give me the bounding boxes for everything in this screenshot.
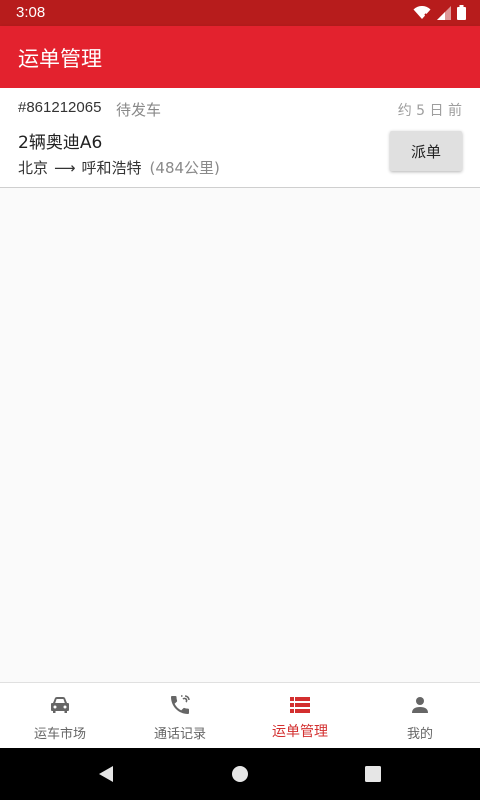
signal-icon (437, 5, 451, 20)
tab-call-log[interactable]: 通话记录 (120, 683, 240, 749)
battery-icon (457, 5, 466, 20)
route-arrow-icon: ⟶ (54, 158, 76, 177)
home-icon[interactable] (230, 764, 250, 784)
tab-waybill-management[interactable]: 运单管理 (240, 683, 360, 749)
person-icon (412, 697, 428, 713)
order-time: 约 5 日 前 (397, 103, 462, 119)
page-title: 运单管理 (18, 47, 102, 71)
order-card[interactable]: #861212065 待发车 约 5 日 前 2辆奥迪A6 北京 ⟶ 呼和浩特 … (0, 88, 480, 188)
bottom-nav: 运车市场 通话记录 运单管理 我的 (0, 682, 480, 748)
tab-car-market[interactable]: 运车市场 (0, 683, 120, 749)
nav-label: 通话记录 (153, 727, 206, 742)
phone-icon (171, 695, 190, 714)
back-icon[interactable] (96, 764, 116, 784)
wifi-icon (413, 5, 431, 19)
vehicle-description: 2辆奥迪A6 (18, 133, 103, 153)
app-bar: 运单管理 (0, 26, 480, 88)
status-time: 3:08 (16, 4, 46, 21)
status-icons (413, 5, 466, 20)
tab-mine[interactable]: 我的 (360, 683, 480, 749)
route-destination: 呼和浩特 (81, 159, 142, 177)
dispatch-button[interactable]: 派单 (390, 131, 462, 171)
route-distance: (484公里) (149, 159, 220, 177)
order-id: #861212065 (18, 99, 102, 116)
status-bar: 3:08 (0, 0, 480, 26)
recents-icon[interactable] (363, 764, 383, 784)
system-nav-bar (0, 748, 480, 800)
order-status: 待发车 (116, 101, 162, 119)
route-origin: 北京 (18, 159, 49, 177)
car-icon (51, 697, 69, 713)
nav-label: 运单管理 (272, 724, 328, 740)
nav-label: 运车市场 (33, 727, 86, 742)
route: 北京 ⟶ 呼和浩特 (484公里) (18, 157, 220, 178)
list-icon (290, 697, 310, 713)
nav-label: 我的 (406, 727, 433, 742)
